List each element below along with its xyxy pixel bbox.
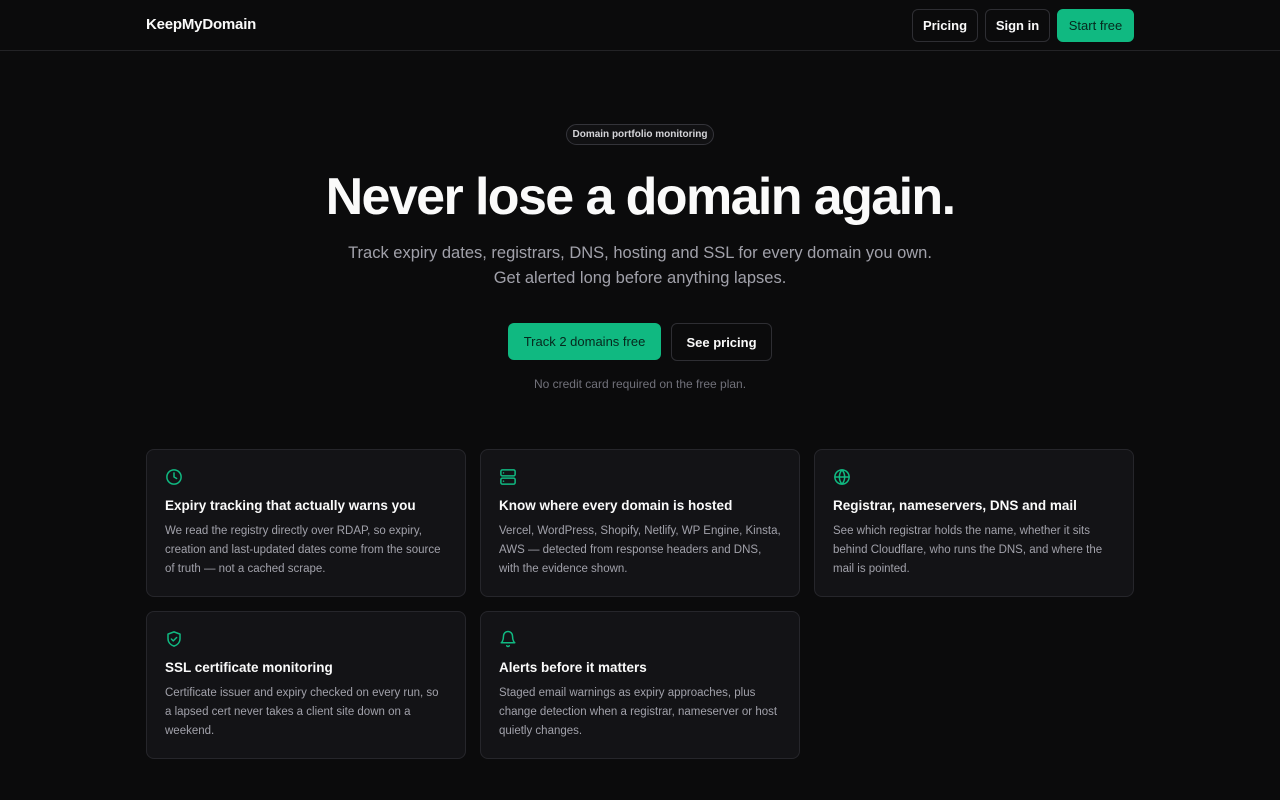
feature-card-ssl: SSL certificate monitoring Certificate i… xyxy=(146,611,466,759)
see-pricing-button[interactable]: See pricing xyxy=(671,323,772,361)
feature-title: Know where every domain is hosted xyxy=(499,498,733,513)
clock-icon xyxy=(165,468,183,486)
hero-badge: Domain portfolio monitoring xyxy=(566,124,714,145)
feature-description: Vercel, WordPress, Shopify, Netlify, WP … xyxy=(499,525,781,575)
feature-title: SSL certificate monitoring xyxy=(165,660,333,675)
feature-title: Alerts before it matters xyxy=(499,660,647,675)
bell-icon xyxy=(499,630,517,648)
hero-subtitle: Track expiry dates, registrars, DNS, hos… xyxy=(348,244,932,287)
feature-card-alerts: Alerts before it matters Staged email wa… xyxy=(480,611,800,759)
free-plan-note: No credit card required on the free plan… xyxy=(533,377,747,391)
pricing-nav-button[interactable]: Pricing xyxy=(912,9,978,42)
hero-title: Never lose a domain again. xyxy=(325,168,956,226)
feature-description: See which registrar holds the name, whet… xyxy=(833,525,1103,575)
feature-description: We read the registry directly over RDAP,… xyxy=(165,525,441,575)
feature-title: Registrar, nameservers, DNS and mail xyxy=(833,498,1077,513)
top-navbar: KeepMyDomain Pricing Sign in Start free xyxy=(0,0,1280,51)
feature-title: Expiry tracking that actually warns you xyxy=(165,498,416,513)
feature-card-expiry: Expiry tracking that actually warns you … xyxy=(146,449,466,597)
server-icon xyxy=(499,468,517,486)
globe-icon xyxy=(833,468,851,486)
shield-check-icon xyxy=(165,630,183,648)
feature-card-hosting: Know where every domain is hosted Vercel… xyxy=(480,449,800,597)
start-free-button[interactable]: Start free xyxy=(1057,9,1134,42)
feature-description: Certificate issuer and expiry checked on… xyxy=(165,687,439,737)
track-domains-free-button[interactable]: Track 2 domains free xyxy=(508,323,661,360)
sign-in-button[interactable]: Sign in xyxy=(985,9,1050,42)
brand-logo[interactable]: KeepMyDomain xyxy=(146,16,256,33)
feature-description: Staged email warnings as expiry approach… xyxy=(499,687,778,737)
feature-card-registrar: Registrar, nameservers, DNS and mail See… xyxy=(814,449,1134,597)
